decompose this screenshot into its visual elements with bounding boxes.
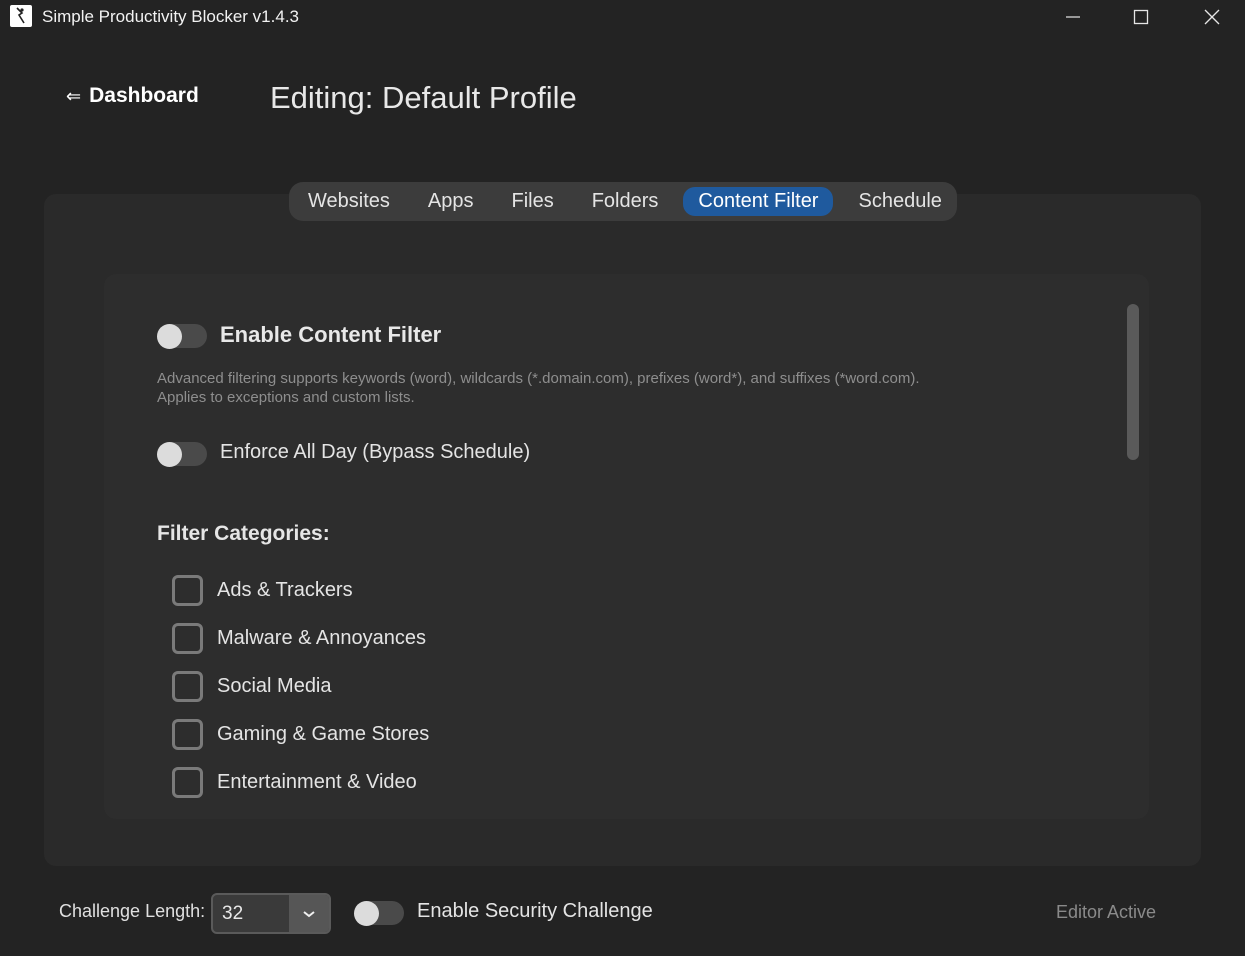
maximize-button[interactable]	[1118, 0, 1164, 34]
checkbox[interactable]	[172, 575, 203, 606]
challenge-length-value[interactable]: 32	[213, 895, 289, 932]
maximize-icon	[1133, 9, 1149, 25]
minimize-icon	[1066, 16, 1080, 18]
hint-line-1: Advanced filtering supports keywords (wo…	[157, 370, 920, 387]
filter-hint-text: Advanced filtering supports keywords (wo…	[157, 369, 1057, 407]
toggle-knob	[157, 324, 182, 349]
category-label: Entertainment & Video	[217, 771, 417, 793]
category-label: Social Media	[217, 675, 332, 697]
enable-content-filter-label: Enable Content Filter	[220, 322, 442, 347]
app-logo-icon	[10, 5, 32, 27]
category-social-media[interactable]: Social Media	[172, 671, 332, 702]
tab-schedule[interactable]: Schedule	[845, 187, 954, 216]
challenge-length-dropdown-button[interactable]	[289, 895, 329, 932]
chevron-down-icon	[303, 910, 315, 917]
close-button[interactable]	[1189, 0, 1235, 34]
challenge-length-label: Challenge Length:	[59, 901, 206, 921]
app-window: Simple Productivity Blocker v1.4.3 ⇐ Das…	[0, 0, 1245, 956]
security-challenge-toggle[interactable]	[354, 901, 404, 926]
category-malware-annoyances[interactable]: Malware & Annoyances	[172, 623, 426, 654]
page-title: Editing: Default Profile	[270, 80, 577, 115]
checkbox[interactable]	[172, 719, 203, 750]
filter-categories-title: Filter Categories:	[157, 522, 330, 545]
minimize-button[interactable]	[1050, 0, 1096, 34]
category-label: Ads & Trackers	[217, 579, 353, 601]
window-title: Simple Productivity Blocker v1.4.3	[42, 7, 299, 26]
hint-line-2: Applies to exceptions and custom lists.	[157, 389, 415, 406]
toggle-knob	[157, 442, 182, 467]
enforce-all-day-toggle[interactable]	[157, 442, 207, 467]
close-icon	[1204, 9, 1220, 25]
checkbox[interactable]	[172, 671, 203, 702]
tab-content-filter[interactable]: Content Filter	[683, 187, 834, 216]
checkbox[interactable]	[172, 767, 203, 798]
challenge-length-combobox[interactable]: 32	[211, 893, 331, 934]
category-entertainment-video[interactable]: Entertainment & Video	[172, 767, 417, 798]
back-to-dashboard-button[interactable]: ⇐ Dashboard	[66, 84, 199, 108]
tab-websites[interactable]: Websites	[295, 187, 403, 216]
scrollbar-thumb[interactable]	[1127, 304, 1139, 460]
tab-folders[interactable]: Folders	[579, 187, 672, 216]
security-challenge-label: Enable Security Challenge	[417, 900, 653, 922]
arrow-left-icon: ⇐	[66, 85, 82, 106]
category-label: Gaming & Game Stores	[217, 723, 430, 745]
tab-bar: Websites Apps Files Folders Content Filt…	[289, 182, 957, 221]
enforce-all-day-label: Enforce All Day (Bypass Schedule)	[220, 441, 531, 463]
checkbox[interactable]	[172, 623, 203, 654]
tab-files[interactable]: Files	[498, 187, 566, 216]
enable-content-filter-toggle[interactable]	[157, 324, 207, 349]
toggle-knob	[354, 901, 379, 926]
back-label: Dashboard	[89, 84, 199, 107]
category-label: Malware & Annoyances	[217, 627, 427, 649]
category-gaming-game-stores[interactable]: Gaming & Game Stores	[172, 719, 429, 750]
category-ads-trackers[interactable]: Ads & Trackers	[172, 575, 353, 606]
tab-apps[interactable]: Apps	[415, 187, 487, 216]
status-text: Editor Active	[1056, 902, 1157, 922]
title-bar: Simple Productivity Blocker v1.4.3	[0, 0, 1245, 34]
